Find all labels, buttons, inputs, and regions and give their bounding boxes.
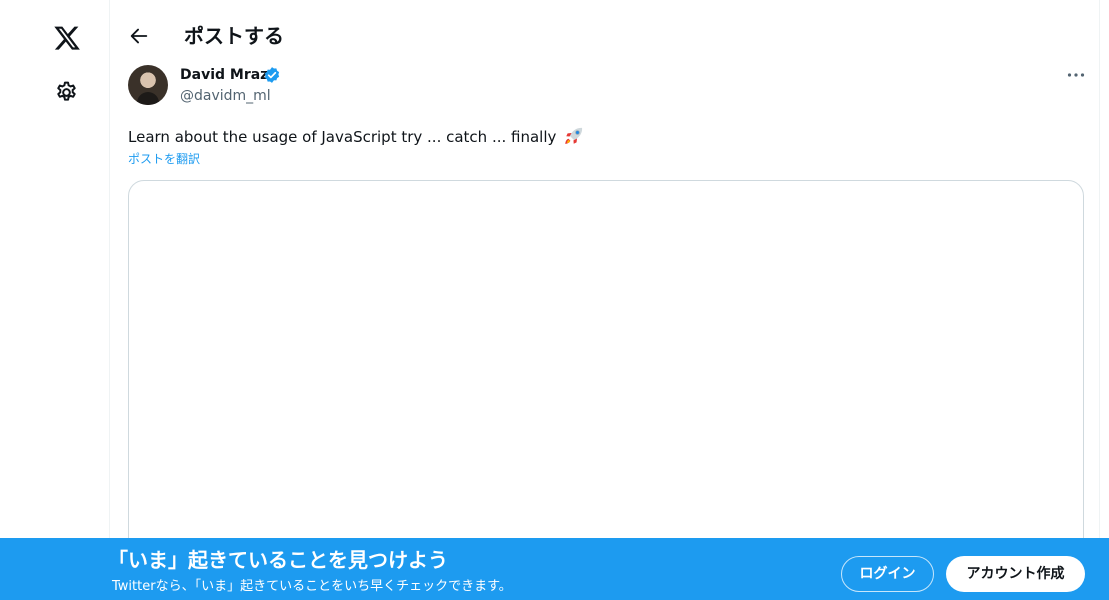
rocket-icon: [563, 125, 585, 147]
post-text: Learn about the usage of JavaScript try …: [128, 125, 585, 148]
author-display-name[interactable]: David Mraz: [180, 66, 268, 84]
translate-post-link[interactable]: ポストを翻訳: [128, 151, 200, 167]
media-card[interactable]: [128, 180, 1084, 580]
verified-badge-icon: [263, 66, 281, 84]
post-body: Learn about the usage of JavaScript try …: [128, 128, 557, 146]
arrow-left-icon[interactable]: [128, 25, 150, 47]
prompt-title: 「いま」起きていることを見つけよう: [108, 548, 448, 572]
more-horizontal-icon[interactable]: [1064, 63, 1088, 87]
x-logo-icon[interactable]: [54, 26, 80, 50]
page-title: ポストする: [184, 24, 284, 48]
prompt-subtitle: Twitterなら、「いま」起きていることをいち早くチェックできます。: [112, 579, 512, 594]
signup-prompt-bar: 「いま」起きていることを見つけよう Twitterなら、「いま」起きていることを…: [0, 538, 1109, 600]
gear-icon[interactable]: [54, 80, 79, 105]
create-account-button[interactable]: アカウント作成: [946, 556, 1085, 592]
avatar[interactable]: [128, 65, 168, 105]
left-nav: [0, 0, 110, 600]
author-handle[interactable]: @davidm_ml: [180, 87, 271, 105]
main-column: ポストする David Mraz @davidm_ml Learn about …: [111, 0, 1100, 600]
login-button[interactable]: ログイン: [841, 556, 934, 592]
